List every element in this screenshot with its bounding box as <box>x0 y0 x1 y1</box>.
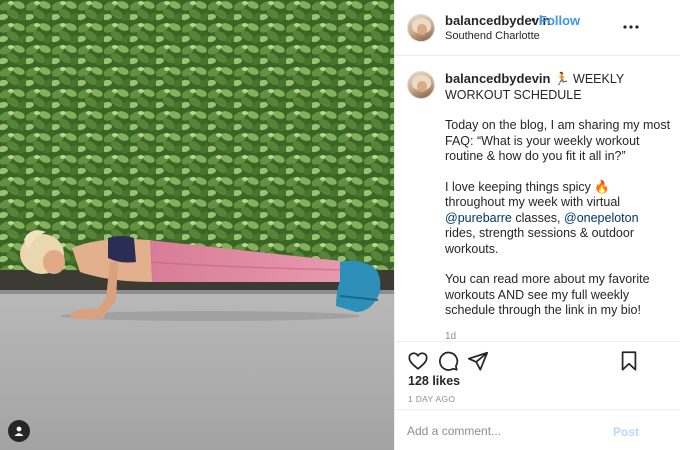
heart-icon[interactable] <box>407 350 429 372</box>
separator-dot: • <box>531 12 536 27</box>
caption-paragraph: Today on the blog, I am sharing my most … <box>445 118 671 163</box>
avatar[interactable] <box>407 14 435 42</box>
caption-text-fragment: I love keeping things spicy 🔥 throughout… <box>445 179 621 210</box>
runner-emoji: 🏃 <box>553 72 570 86</box>
user-tag-icon[interactable] <box>8 420 30 442</box>
action-bar: 128 likes 1 DAY AGO <box>395 341 680 409</box>
comment-icon[interactable] <box>437 350 459 372</box>
avatar[interactable] <box>407 71 435 99</box>
caption-text-fragment: rides, strength sessions & outdoor worko… <box>445 226 634 256</box>
post-header: balancedbydevin • Follow Southend Charlo… <box>395 0 680 56</box>
caption-paragraph: You can read more about my favorite work… <box>445 272 650 317</box>
caption-text-fragment: classes, <box>511 210 564 225</box>
likes-count[interactable]: 128 likes <box>408 374 460 388</box>
post-photo[interactable] <box>0 0 394 450</box>
comment-form: Post <box>395 409 680 450</box>
location-link[interactable]: Southend Charlotte <box>445 30 540 42</box>
bookmark-icon[interactable] <box>618 350 640 372</box>
post-timestamp: 1 DAY AGO <box>408 394 456 404</box>
caption-paragraph: I love keeping things spicy 🔥 throughout… <box>445 180 671 258</box>
caption-section: balancedbydevin 🏃 WEEKLY WORKOUT SCHEDUL… <box>395 56 680 344</box>
post-details-panel: balancedbydevin • Follow Southend Charlo… <box>394 0 680 450</box>
more-options-icon[interactable] <box>623 24 639 30</box>
caption-headline: balancedbydevin 🏃 WEEKLY WORKOUT SCHEDUL… <box>445 71 671 103</box>
share-icon[interactable] <box>467 350 489 372</box>
follow-button[interactable]: Follow <box>539 13 580 28</box>
caption-text: balancedbydevin 🏃 WEEKLY WORKOUT SCHEDUL… <box>445 71 671 344</box>
post-image <box>0 0 394 450</box>
comment-input[interactable] <box>407 420 607 442</box>
mention-link-purebarre[interactable]: @purebarre <box>445 211 512 225</box>
mention-link-onepeloton[interactable]: @onepeloton <box>564 211 639 225</box>
post-comment-button[interactable]: Post <box>613 425 639 439</box>
caption-username-link[interactable]: balancedbydevin <box>445 71 550 86</box>
